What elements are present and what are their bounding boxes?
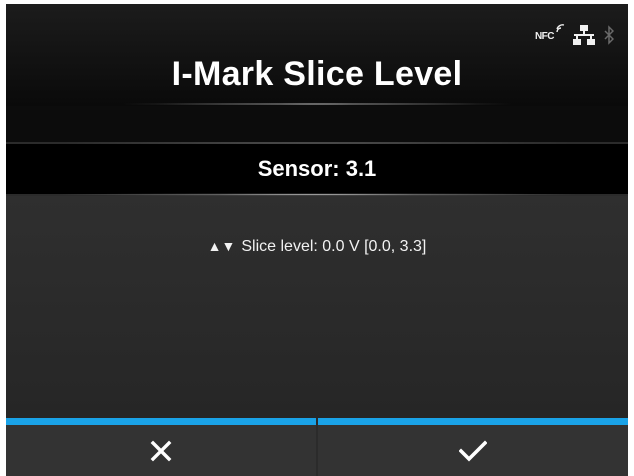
header: NFC I-Mark Slice Level [6, 4, 628, 106]
slice-level-text: Slice level: 0.0 V [0.0, 3.3] [241, 238, 427, 255]
up-down-arrows-icon: ▲▼ [207, 238, 236, 254]
network-icon [572, 24, 596, 50]
page-title: I-Mark Slice Level [171, 55, 463, 93]
status-icons: NFC [534, 24, 615, 50]
confirm-button[interactable] [318, 418, 628, 476]
cancel-button[interactable] [6, 418, 316, 476]
nfc-icon: NFC [534, 24, 565, 42]
header-spacer [6, 106, 628, 142]
content-area [6, 196, 628, 418]
nfc-waves-icon [556, 24, 565, 33]
footer [6, 418, 628, 476]
nfc-label: NFC [534, 31, 555, 42]
close-icon [150, 440, 172, 461]
checkmark-icon [459, 439, 487, 462]
bluetooth-icon [604, 24, 615, 50]
slice-level-row[interactable]: ▲▼ Slice level: 0.0 V [0.0, 3.3] [6, 236, 628, 257]
printer-screen: NFC I-Mark Slice Level Sensor: 3.1 ▲▼ Sl… [6, 4, 628, 476]
sensor-value: Sensor: 3.1 [257, 156, 377, 181]
